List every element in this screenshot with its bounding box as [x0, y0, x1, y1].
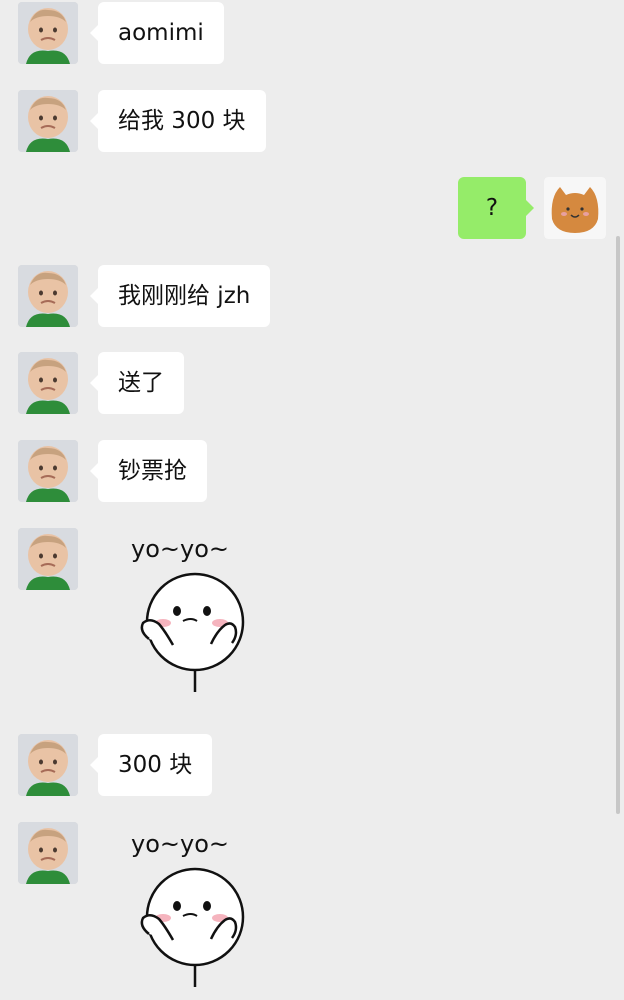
contact-avatar[interactable]	[18, 90, 78, 152]
cat-bun-avatar-icon	[544, 177, 606, 239]
chat-message-list[interactable]: aomimi 给我 300 块 ? 我刚刚给 jzh 送了 钞票抢 yo~yo~…	[0, 0, 624, 1000]
message-text: ?	[485, 195, 499, 221]
contact-avatar[interactable]	[18, 265, 78, 327]
baby-avatar-icon	[18, 822, 78, 884]
contact-avatar[interactable]	[18, 440, 78, 502]
yoyo-sticker-icon[interactable]: yo~yo~	[125, 527, 265, 692]
message-bubble[interactable]: 钞票抢	[90, 440, 207, 502]
message-bubble[interactable]: 我刚刚给 jzh	[89, 265, 271, 327]
baby-avatar-icon	[18, 2, 78, 64]
message-bubble[interactable]: 300 块	[89, 734, 213, 796]
message-text: aomimi	[118, 20, 204, 46]
self-avatar[interactable]	[544, 177, 606, 239]
message-text: 钞票抢	[118, 458, 187, 484]
sticker-caption: yo~yo~	[131, 535, 229, 563]
sticker-image: yo~yo~	[131, 535, 245, 692]
outgoing-message-bubble[interactable]: ?	[458, 177, 534, 239]
sticker-caption: yo~yo~	[131, 830, 229, 858]
baby-avatar-icon	[18, 265, 78, 327]
contact-avatar[interactable]	[18, 2, 78, 64]
message-text: 我刚刚给 jzh	[118, 283, 251, 309]
yoyo-sticker-icon[interactable]: yo~yo~	[125, 822, 265, 987]
message-bubble[interactable]: 送了	[90, 352, 184, 414]
contact-avatar[interactable]	[18, 734, 78, 796]
baby-avatar-icon	[18, 528, 78, 590]
contact-avatar[interactable]	[18, 352, 78, 414]
message-text: 送了	[118, 370, 164, 396]
baby-avatar-icon	[18, 90, 78, 152]
baby-avatar-icon	[18, 440, 78, 502]
message-bubble[interactable]: aomimi	[90, 2, 224, 64]
message-text: 给我 300 块	[118, 108, 246, 134]
contact-avatar[interactable]	[18, 822, 78, 884]
baby-avatar-icon	[18, 352, 78, 414]
message-bubble[interactable]: 给我 300 块	[90, 90, 266, 152]
baby-avatar-icon	[18, 734, 78, 796]
contact-avatar[interactable]	[18, 528, 78, 590]
message-text: 300 块	[118, 752, 193, 778]
vertical-scrollbar[interactable]	[616, 236, 620, 814]
sticker-image: yo~yo~	[131, 830, 245, 987]
